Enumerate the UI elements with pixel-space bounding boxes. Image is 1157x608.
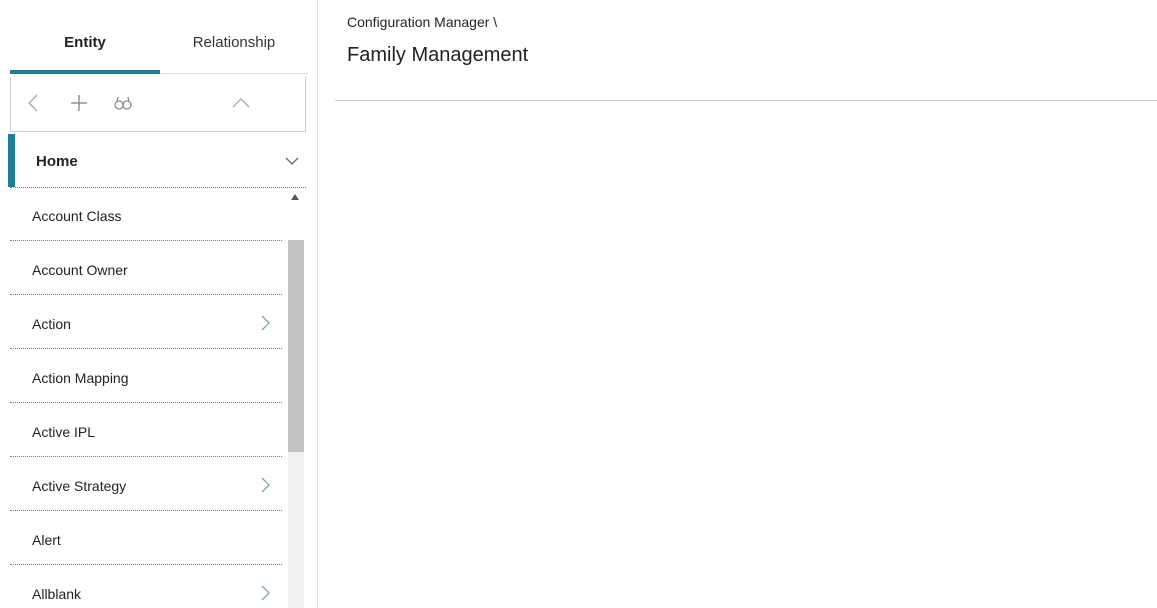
chevron-up-icon[interactable] (229, 91, 253, 115)
tab-bar: Entity Relationship (0, 0, 318, 76)
header-divider (335, 100, 1157, 101)
page-title: Family Management (347, 44, 529, 66)
chevron-down-icon[interactable] (283, 152, 301, 170)
list-item[interactable]: Allblank (10, 566, 282, 608)
home-label: Home (36, 153, 78, 170)
list-item[interactable]: Account Owner (10, 242, 282, 295)
list-item-label: Allblank (32, 586, 82, 602)
tab-entity[interactable]: Entity (10, 34, 160, 51)
plus-icon[interactable] (67, 91, 91, 115)
list-scrollbar[interactable] (287, 188, 305, 608)
list-item[interactable]: Action Mapping (10, 350, 282, 403)
list-item[interactable]: Alert (10, 512, 282, 565)
scrollbar-track[interactable] (288, 452, 304, 608)
active-tab-indicator (10, 70, 160, 74)
chevron-right-icon[interactable] (258, 584, 272, 602)
list-item-label: Active Strategy (32, 478, 127, 494)
list-item-label: Account Owner (32, 262, 128, 278)
family-navigator-panel: Entity Relationship Home Account Class A… (0, 0, 318, 608)
breadcrumb[interactable]: Configuration Manager \ (347, 14, 497, 30)
navigator-toolbar (10, 77, 306, 132)
scroll-up-arrow-icon[interactable] (291, 194, 299, 200)
panel-divider (317, 0, 318, 608)
binoculars-icon[interactable] (111, 91, 135, 115)
list-item[interactable]: Active Strategy (10, 458, 282, 511)
chevron-left-icon[interactable] (21, 91, 45, 115)
tab-divider (160, 73, 308, 74)
list-item[interactable]: Active IPL (10, 404, 282, 457)
home-item[interactable]: Home (8, 134, 306, 187)
list-item-label: Action (32, 316, 71, 332)
list-item-label: Active IPL (32, 424, 96, 440)
list-item[interactable]: Account Class (10, 188, 282, 241)
list-item[interactable]: Action (10, 296, 282, 349)
family-list: Account Class Account Owner Action Actio… (10, 188, 286, 608)
tab-relationship[interactable]: Relationship (160, 34, 308, 51)
chevron-right-icon[interactable] (258, 476, 272, 494)
list-item-label: Account Class (32, 208, 122, 224)
list-item-label: Action Mapping (32, 370, 129, 386)
chevron-right-icon[interactable] (258, 314, 272, 332)
list-item-label: Alert (32, 532, 61, 548)
scrollbar-thumb[interactable] (288, 240, 304, 452)
